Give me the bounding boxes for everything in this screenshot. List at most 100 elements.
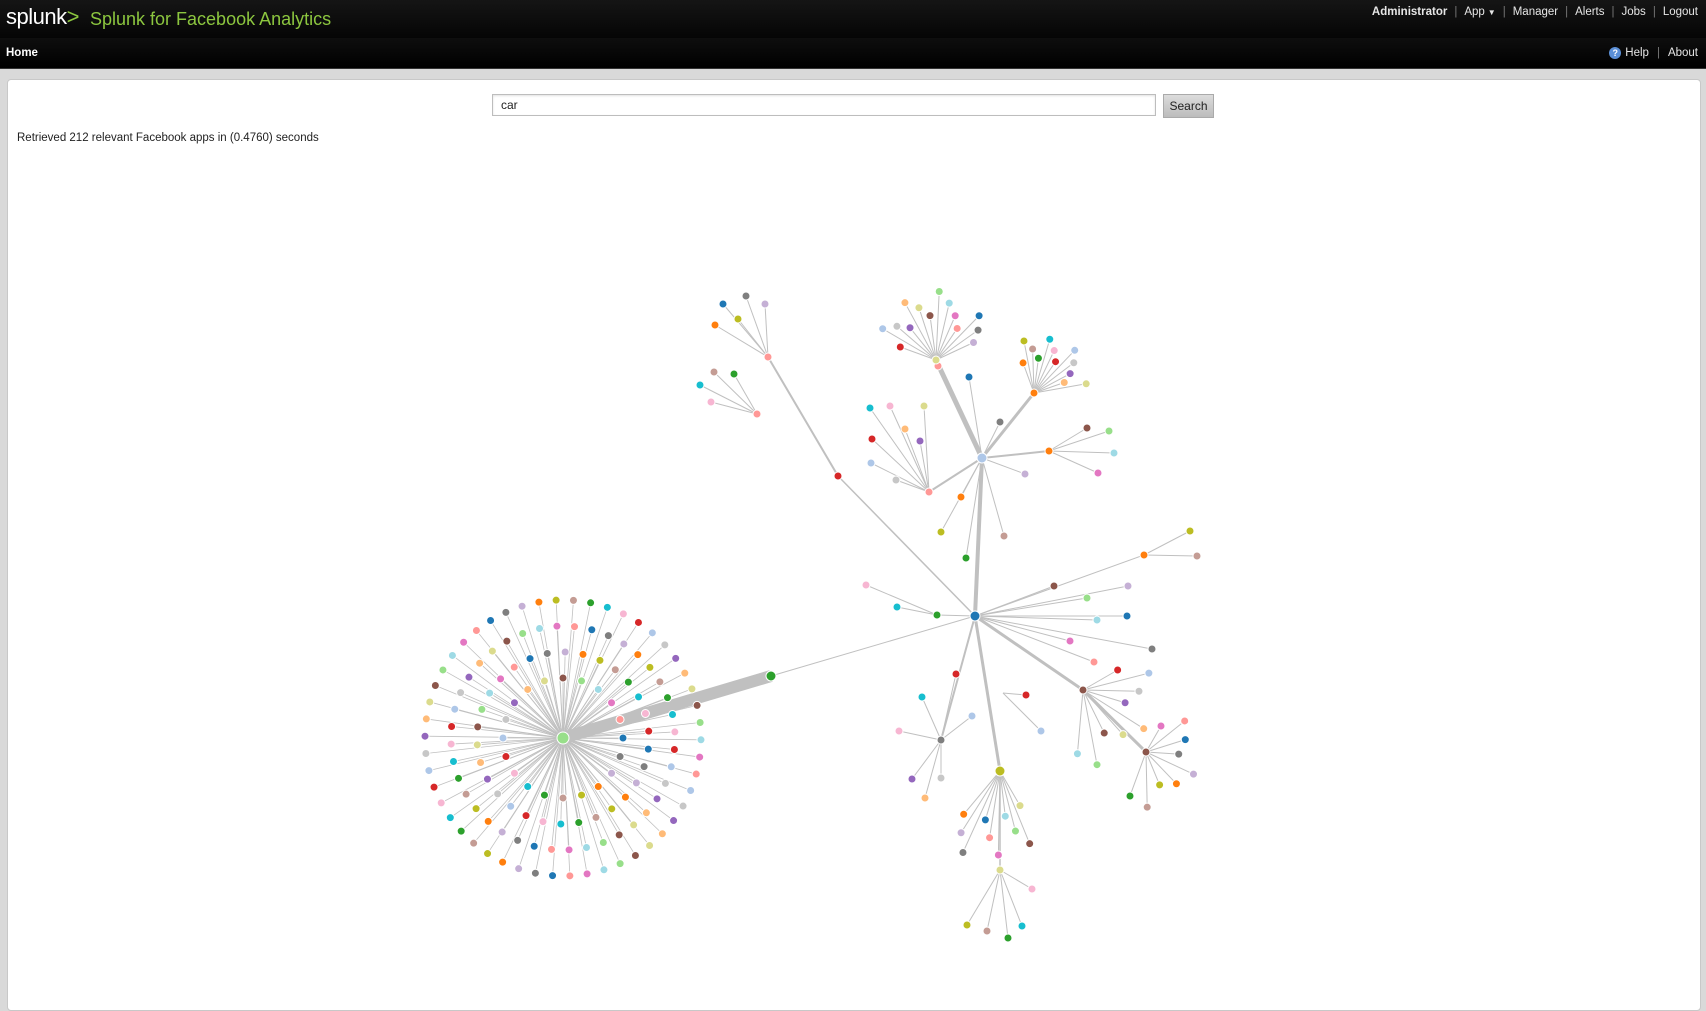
graph-node[interactable] (907, 774, 917, 784)
graph-node[interactable] (1082, 423, 1092, 433)
graph-node[interactable] (956, 828, 966, 838)
graph-node[interactable] (1142, 802, 1152, 812)
graph-node[interactable] (498, 733, 508, 743)
graph-node[interactable] (1059, 378, 1069, 388)
graph-node[interactable] (657, 829, 667, 839)
graph-node[interactable] (483, 849, 493, 859)
graph-node[interactable] (586, 598, 596, 608)
graph-node[interactable] (640, 709, 650, 719)
graph-node[interactable] (497, 827, 507, 837)
graph-node[interactable] (1092, 760, 1102, 770)
graph-node[interactable] (920, 793, 930, 803)
splunk-logo[interactable]: splunk> (6, 4, 79, 30)
graph-node[interactable] (1051, 357, 1061, 367)
graph-node[interactable] (900, 298, 910, 308)
graph-node[interactable] (1065, 636, 1075, 646)
graph-node[interactable] (1139, 724, 1149, 734)
graph-node[interactable] (509, 768, 519, 778)
account-user-link[interactable]: Administrator (1372, 6, 1447, 18)
graph-node[interactable] (1065, 369, 1075, 379)
graph-node[interactable] (833, 471, 843, 481)
logout-link[interactable]: Logout (1663, 6, 1698, 18)
graph-node[interactable] (629, 820, 639, 830)
graph-node[interactable] (1015, 801, 1025, 811)
graph-node[interactable] (539, 790, 549, 800)
graph-node[interactable] (456, 826, 466, 836)
graph-node[interactable] (892, 321, 902, 331)
graph-node[interactable] (652, 794, 662, 804)
graph-node[interactable] (1010, 826, 1020, 836)
graph-node[interactable] (618, 733, 628, 743)
graph-node[interactable] (878, 324, 888, 334)
graph-node[interactable] (976, 452, 988, 464)
graph-node[interactable] (578, 649, 588, 659)
graph-node[interactable] (1000, 811, 1010, 821)
graph-node[interactable] (894, 726, 904, 736)
graph-node[interactable] (623, 677, 633, 687)
graph-node[interactable] (969, 610, 981, 622)
graph-node[interactable] (993, 850, 1003, 860)
graph-node[interactable] (607, 804, 617, 814)
graph-node[interactable] (655, 677, 665, 687)
graph-node[interactable] (741, 291, 751, 301)
graph-node[interactable] (473, 722, 483, 732)
graph-node[interactable] (421, 749, 431, 759)
graph-node[interactable] (551, 595, 561, 605)
graph-node[interactable] (591, 812, 601, 822)
graph-node[interactable] (633, 650, 643, 660)
graph-node[interactable] (607, 768, 617, 778)
graph-node[interactable] (760, 299, 770, 309)
graph-node[interactable] (867, 434, 877, 444)
graph-node[interactable] (710, 320, 720, 330)
nav-home[interactable]: Home (6, 47, 38, 59)
graph-node[interactable] (587, 625, 597, 635)
graph-node[interactable] (581, 843, 591, 853)
graph-node[interactable] (496, 674, 506, 684)
graph-node[interactable] (420, 731, 430, 741)
graph-node[interactable] (425, 697, 435, 707)
graph-node[interactable] (691, 769, 701, 779)
graph-node[interactable] (956, 492, 966, 502)
graph-node[interactable] (534, 597, 544, 607)
graph-node[interactable] (1081, 379, 1091, 389)
graph-node[interactable] (513, 835, 523, 845)
graph-node[interactable] (615, 859, 625, 869)
graph-node[interactable] (1180, 716, 1190, 726)
graph-node[interactable] (599, 865, 609, 875)
graph-node[interactable] (645, 840, 655, 850)
graph-node[interactable] (967, 711, 977, 721)
graph-node[interactable] (577, 676, 587, 686)
graph-node[interactable] (982, 926, 992, 936)
graph-node[interactable] (1174, 749, 1184, 759)
graph-node[interactable] (509, 698, 519, 708)
graph-node[interactable] (885, 401, 895, 411)
graph-node[interactable] (518, 629, 528, 639)
jobs-link[interactable]: Jobs (1622, 6, 1646, 18)
graph-node[interactable] (464, 672, 474, 682)
graph-node[interactable] (593, 782, 603, 792)
graph-node[interactable] (959, 809, 969, 819)
graph-node[interactable] (521, 811, 531, 821)
graph-node[interactable] (421, 714, 431, 724)
graph-node[interactable] (660, 778, 670, 788)
graph-node[interactable] (1082, 593, 1092, 603)
graph-node[interactable] (914, 303, 924, 313)
graph-node[interactable] (1078, 685, 1088, 695)
graph-node[interactable] (917, 692, 927, 702)
graph-node[interactable] (634, 692, 644, 702)
graph-node[interactable] (1155, 780, 1165, 790)
graph-node[interactable] (502, 636, 512, 646)
graph-node[interactable] (482, 774, 492, 784)
graph-node[interactable] (980, 815, 990, 825)
graph-node[interactable] (891, 475, 901, 485)
graph-node[interactable] (924, 487, 934, 497)
graph-node[interactable] (530, 868, 540, 878)
graph-node[interactable] (556, 819, 566, 829)
graph-node[interactable] (456, 688, 466, 698)
graph-node[interactable] (535, 623, 545, 633)
graph-node[interactable] (633, 617, 643, 627)
graph-node[interactable] (892, 602, 902, 612)
graph-node[interactable] (582, 869, 592, 879)
graph-node[interactable] (660, 640, 670, 650)
graph-node[interactable] (1069, 358, 1079, 368)
